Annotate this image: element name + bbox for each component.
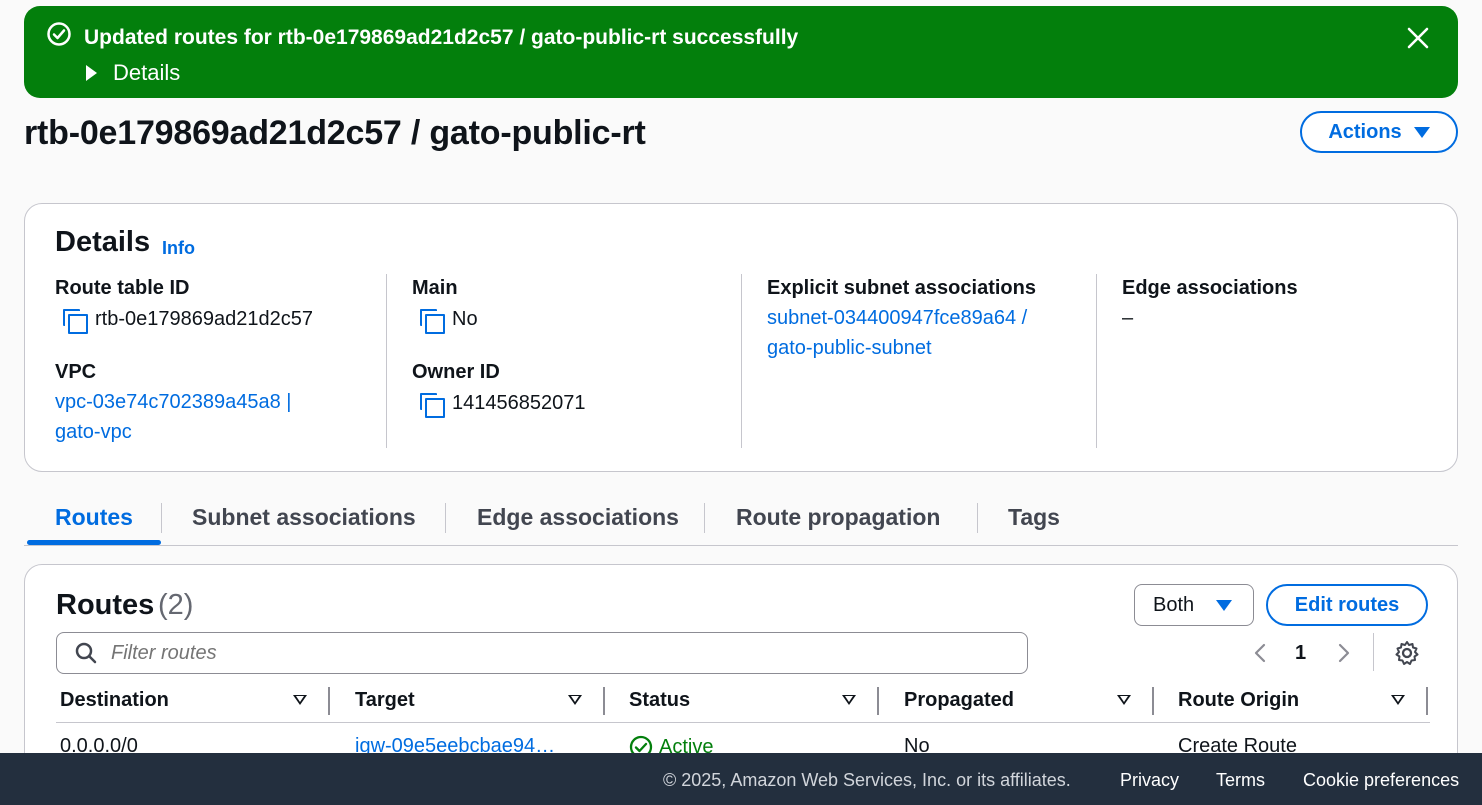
copy-icon[interactable] (418, 391, 445, 418)
chevron-right-icon[interactable] (1333, 643, 1353, 663)
tab-divider (977, 503, 978, 533)
column-header-route-origin[interactable]: Route Origin (1178, 689, 1299, 712)
subnet-link-name[interactable]: gato-public-subnet (767, 337, 932, 360)
flash-details-label: Details (113, 60, 181, 85)
routes-table-header: Destination Target Status Propagated Rou… (56, 685, 1430, 723)
search-icon (75, 642, 97, 664)
gear-icon[interactable] (1394, 640, 1420, 666)
column-header-status[interactable]: Status (629, 689, 690, 712)
main-label: Main (412, 277, 458, 299)
filter-routes-input[interactable] (111, 641, 911, 665)
details-column-1: Route table ID rtb-0e179869ad21d2c57 VPC… (55, 274, 385, 448)
routes-title: Routes (56, 589, 155, 621)
close-icon[interactable] (1406, 26, 1430, 50)
footer-privacy-link[interactable]: Privacy (1120, 770, 1179, 791)
details-column-4: Edge associations – (1096, 274, 1426, 448)
chevron-left-icon[interactable] (1251, 643, 1271, 663)
edge-associations-value: – (1122, 307, 1134, 329)
main-text: No (452, 307, 478, 330)
tab-divider (445, 503, 446, 533)
actions-label: Actions (1328, 120, 1402, 143)
flash-message: Updated routes for rtb-0e179869ad21d2c57… (84, 26, 799, 49)
vpc-link-name[interactable]: gato-vpc (55, 421, 132, 444)
details-column-3: Explicit subnet associations subnet-0344… (741, 274, 1071, 448)
footer: © 2025, Amazon Web Services, Inc. or its… (0, 753, 1482, 805)
sort-icon[interactable] (842, 695, 856, 705)
tab-edge-associations[interactable]: Edge associations (477, 504, 679, 531)
column-header-destination[interactable]: Destination (60, 689, 169, 712)
caret-down-icon (1413, 126, 1430, 138)
page-title: rtb-0e179869ad21d2c57 / gato-public-rt (24, 114, 646, 152)
caret-down-icon (1216, 599, 1233, 611)
footer-terms-link[interactable]: Terms (1216, 770, 1265, 791)
owner-id-label: Owner ID (412, 361, 500, 383)
column-resizer[interactable] (1152, 687, 1154, 715)
caret-right-icon (86, 65, 97, 81)
info-link[interactable]: Info (162, 238, 195, 259)
column-resizer[interactable] (877, 687, 879, 715)
sort-icon[interactable] (1391, 695, 1405, 705)
column-resizer[interactable] (328, 687, 330, 715)
tab-divider (704, 503, 705, 533)
pagination: 1 (1247, 637, 1367, 669)
column-header-propagated[interactable]: Propagated (904, 689, 1014, 712)
details-column-2: Main No Owner ID 141456852071 (386, 274, 716, 448)
details-panel: Details Info Route table ID rtb-0e179869… (24, 203, 1458, 472)
tab-subnet-associations[interactable]: Subnet associations (192, 504, 416, 531)
active-tab-indicator (27, 540, 161, 545)
edit-routes-button[interactable]: Edit routes (1266, 584, 1428, 626)
sort-icon[interactable] (1117, 695, 1131, 705)
tab-divider (161, 503, 162, 533)
column-resizer[interactable] (603, 687, 605, 715)
edge-associations-label: Edge associations (1122, 277, 1298, 299)
sort-icon[interactable] (568, 695, 582, 705)
actions-button[interactable]: Actions (1300, 111, 1458, 153)
route-filter-select[interactable]: Both (1134, 584, 1254, 626)
owner-id-value: 141456852071 (418, 391, 586, 418)
footer-copyright: © 2025, Amazon Web Services, Inc. or its… (663, 770, 1071, 790)
column-header-target[interactable]: Target (355, 689, 415, 712)
filter-routes-input-wrapper[interactable] (56, 632, 1028, 674)
owner-id-text: 141456852071 (452, 391, 586, 414)
column-resizer[interactable] (1426, 687, 1428, 715)
routes-count: (2) (158, 589, 194, 621)
pagination-divider (1373, 633, 1374, 671)
copy-icon[interactable] (418, 307, 445, 334)
vpc-label: VPC (55, 361, 97, 383)
subnet-link[interactable]: subnet-034400947fce89a64 / (767, 307, 1027, 330)
tab-tags[interactable]: Tags (1008, 504, 1060, 531)
copy-icon[interactable] (61, 307, 88, 334)
main-value: No (418, 307, 478, 334)
tab-route-propagation[interactable]: Route propagation (736, 504, 940, 531)
explicit-subnet-label: Explicit subnet associations (767, 277, 1036, 299)
page-number[interactable]: 1 (1295, 642, 1306, 665)
success-check-icon (47, 22, 71, 46)
route-table-id-value: rtb-0e179869ad21d2c57 (61, 307, 313, 334)
vpc-link[interactable]: vpc-03e74c702389a45a8 | (55, 391, 292, 414)
tab-routes[interactable]: Routes (55, 504, 133, 531)
tab-bar: Routes Subnet associations Edge associat… (24, 497, 1458, 546)
flash-details-toggle[interactable]: Details (86, 60, 180, 86)
sort-icon[interactable] (293, 695, 307, 705)
route-table-id-text: rtb-0e179869ad21d2c57 (95, 307, 313, 330)
footer-cookie-preferences-link[interactable]: Cookie preferences (1303, 770, 1459, 791)
route-table-id-label: Route table ID (55, 277, 190, 299)
details-title: Details (55, 226, 151, 258)
route-filter-value: Both (1153, 593, 1195, 616)
success-flash-banner: Updated routes for rtb-0e179869ad21d2c57… (24, 6, 1458, 98)
